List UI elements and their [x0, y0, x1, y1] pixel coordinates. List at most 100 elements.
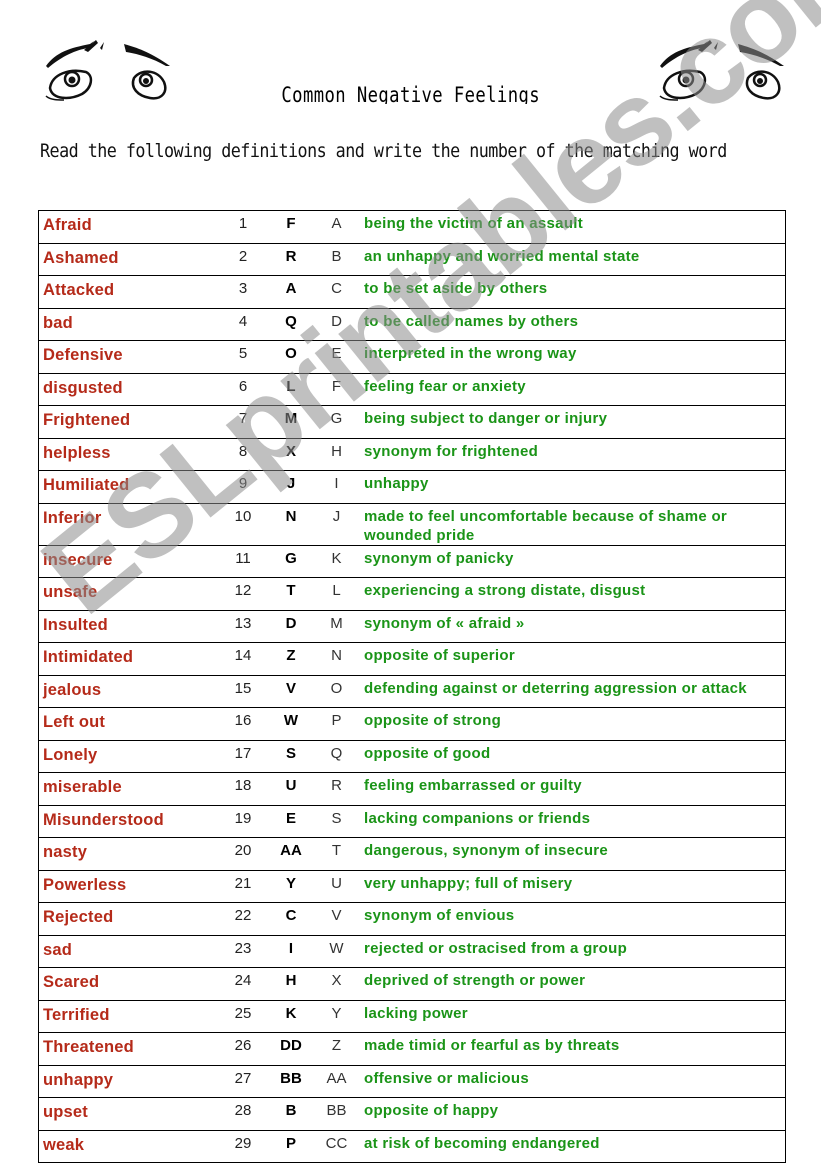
letter-cell: P — [314, 707, 359, 740]
letter-cell: O — [314, 674, 359, 708]
answer-cell: F — [268, 210, 314, 243]
table-row: weak 29 P CC at risk of becoming endangered — [38, 1129, 786, 1163]
definition-cell: rejected or ostracised from a group — [359, 934, 786, 968]
answer-cell: J — [268, 470, 314, 503]
letter-cell: R — [314, 772, 359, 805]
word-cell: Defensive — [38, 340, 218, 373]
definition-cell: offensive or malicious — [359, 1064, 786, 1098]
table-row: Lonely 17 S Qopposite of good — [38, 739, 786, 773]
answer-cell: S — [268, 739, 314, 773]
letter-cell: Z — [314, 1032, 359, 1065]
definition-cell: interpreted in the wrong way — [359, 340, 786, 373]
number-cell: 7 — [218, 405, 268, 438]
number-cell: 12 — [218, 577, 268, 610]
definition-cell: to be set aside by others — [359, 275, 786, 308]
number-cell: 22 — [218, 902, 268, 935]
definition-cell: opposite of good — [359, 739, 786, 773]
word-cell: Left out — [38, 707, 218, 740]
definition-cell: lacking power — [359, 999, 786, 1033]
word-cell: Scared — [38, 967, 218, 1000]
answer-cell: L — [268, 372, 314, 406]
answer-cell: BB — [268, 1064, 314, 1098]
definition-cell: opposite of superior — [359, 642, 786, 675]
answer-cell: O — [268, 340, 314, 373]
answer-cell: H — [268, 967, 314, 1000]
definition-cell: lacking companions or friends — [359, 804, 786, 838]
number-cell: 9 — [218, 470, 268, 503]
definition-cell: synonym of envious — [359, 902, 786, 935]
answer-cell: M — [268, 405, 314, 438]
table-row: Left out 16 W Popposite of strong — [38, 707, 786, 740]
table-row: unhappy 27 BB AA offensive or malicious — [38, 1064, 786, 1098]
answer-cell: U — [268, 772, 314, 805]
answer-cell: I — [268, 934, 314, 968]
definition-cell: defending against or deterring aggressio… — [359, 674, 786, 708]
table-row: Humiliated 9 J Iunhappy — [38, 470, 786, 503]
word-cell: weak — [38, 1129, 218, 1163]
definition-cell: made to feel uncomfortable because of sh… — [359, 502, 786, 545]
definition-cell: opposite of happy — [359, 1097, 786, 1130]
word-cell: Inferior — [38, 502, 218, 545]
letter-cell: G — [314, 405, 359, 438]
word-cell: Terrified — [38, 999, 218, 1033]
answer-cell: Y — [268, 869, 314, 903]
instructions: Read the following definitions and write… — [40, 138, 780, 165]
answer-cell: N — [268, 502, 314, 545]
letter-cell: BB — [314, 1097, 359, 1130]
letter-cell: I — [314, 470, 359, 503]
number-cell: 11 — [218, 544, 268, 578]
matching-table-body: Afraid 1 F Abeing the victim of an assault A… — [38, 210, 786, 1163]
answer-cell: D — [268, 609, 314, 643]
word-cell: disgusted — [38, 372, 218, 406]
table-row: Frightened 7 M Gbeing subject to danger or … — [38, 405, 786, 438]
page-title: Common Negative Feelings — [0, 82, 821, 104]
number-cell: 23 — [218, 934, 268, 968]
answer-cell: G — [268, 544, 314, 578]
table-row: Intimidated 14 Z Nopposite of superior — [38, 642, 786, 675]
definition-cell: deprived of strength or power — [359, 967, 786, 1000]
letter-cell: AA — [314, 1064, 359, 1098]
definition-cell: dangerous, synonym of insecure — [359, 837, 786, 870]
word-cell: unhappy — [38, 1064, 218, 1098]
number-cell: 27 — [218, 1064, 268, 1098]
number-cell: 3 — [218, 275, 268, 308]
table-row: bad 4 Q Dto be called names by others — [38, 307, 786, 341]
number-cell: 1 — [218, 210, 268, 243]
matching-table: Afraid 1 F Abeing the victim of an assault A… — [38, 210, 786, 1163]
letter-cell: B — [314, 242, 359, 276]
table-row: sad 23 I Wrejected or ostracised from a gro… — [38, 934, 786, 968]
table-row: Afraid 1 F Abeing the victim of an assault — [38, 210, 786, 243]
definition-cell: an unhappy and worried mental state — [359, 242, 786, 276]
page-title-text: Common Negative Feelings — [281, 83, 540, 104]
letter-cell: X — [314, 967, 359, 1000]
word-cell: Intimidated — [38, 642, 218, 675]
table-row: miserable 18 U Rfeeling embarrassed or guil… — [38, 772, 786, 805]
letter-cell: Q — [314, 739, 359, 773]
table-row: insecure 11 G Ksynonym of panicky — [38, 544, 786, 578]
letter-cell: F — [314, 372, 359, 406]
answer-cell: Q — [268, 307, 314, 341]
table-row: Inferior 10 N Jmade to feel uncomfortable b… — [38, 502, 786, 545]
table-row: Attacked 3 A Cto be set aside by others — [38, 275, 786, 308]
word-cell: Threatened — [38, 1032, 218, 1065]
letter-cell: T — [314, 837, 359, 870]
definition-cell: feeling fear or anxiety — [359, 372, 786, 406]
word-cell: miserable — [38, 772, 218, 805]
number-cell: 28 — [218, 1097, 268, 1130]
number-cell: 25 — [218, 999, 268, 1033]
letter-cell: W — [314, 934, 359, 968]
letter-cell: H — [314, 437, 359, 471]
table-row: nasty 20 AA Tdangerous, synonym of insecure — [38, 837, 786, 870]
number-cell: 6 — [218, 372, 268, 406]
letter-cell: Y — [314, 999, 359, 1033]
letter-cell: N — [314, 642, 359, 675]
definition-cell: being the victim of an assault — [359, 210, 786, 243]
word-cell: upset — [38, 1097, 218, 1130]
answer-cell: R — [268, 242, 314, 276]
table-row: Ashamed 2 R Ban unhappy and worried mental … — [38, 242, 786, 276]
answer-cell: T — [268, 577, 314, 610]
table-row: Defensive 5 O Einterpreted in the wrong way — [38, 340, 786, 373]
number-cell: 5 — [218, 340, 268, 373]
number-cell: 2 — [218, 242, 268, 276]
word-cell: Powerless — [38, 869, 218, 903]
